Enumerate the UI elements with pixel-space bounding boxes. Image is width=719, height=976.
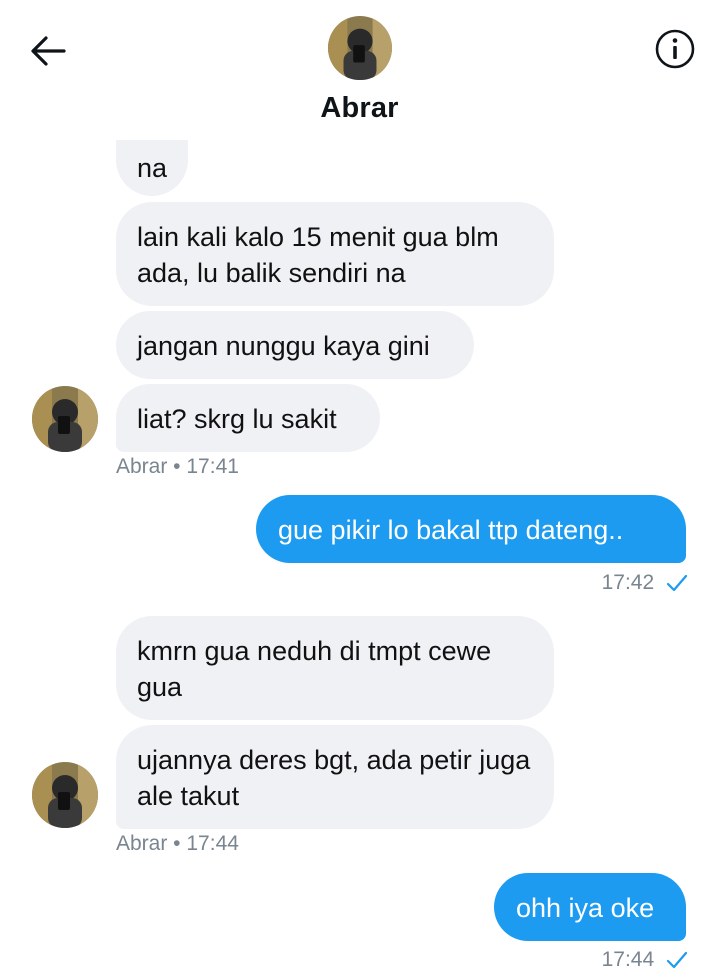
avatar-photo-icon (32, 386, 98, 452)
message-meta-outgoing: 17:42 (602, 571, 688, 595)
conversation-header: Abrar (0, 0, 719, 140)
message-bubble-incoming[interactable]: liat? skrg lu sakit (116, 384, 380, 452)
message-bubble-incoming[interactable]: ujannya deres bgt, ada petir juga ale ta… (116, 725, 554, 829)
message-text: liat? skrg lu sakit (137, 404, 337, 434)
sender-avatar[interactable] (32, 386, 98, 452)
sender-avatar[interactable] (32, 762, 98, 828)
message-text: ujannya deres bgt, ada petir juga ale ta… (137, 745, 531, 811)
back-button[interactable] (26, 28, 72, 74)
message-bubble-incoming[interactable]: jangan nunggu kaya gini (116, 311, 474, 379)
message-meta-outgoing: 17:44 (602, 948, 688, 972)
message-meta: Abrar • 17:41 (116, 455, 239, 478)
message-bubble-outgoing[interactable]: ohh iya oke (494, 873, 686, 941)
sent-check-icon (666, 952, 688, 969)
message-text: lain kali kalo 15 menit gua blm ada, lu … (137, 222, 499, 288)
conversation-thread: na lain kali kalo 15 menit gua blm ada, … (0, 0, 719, 976)
info-button[interactable] (654, 28, 696, 70)
message-text: gue pikir lo bakal ttp dateng.. (278, 515, 624, 545)
avatar-photo-icon (328, 16, 392, 80)
message-text: jangan nunggu kaya gini (137, 331, 430, 361)
message-meta: Abrar • 17:44 (116, 832, 239, 855)
message-bubble-incoming[interactable]: lain kali kalo 15 menit gua blm ada, lu … (116, 202, 554, 306)
arrow-left-icon (31, 36, 66, 66)
sent-check-icon (666, 575, 688, 592)
avatar-photo-icon (32, 762, 98, 828)
header-avatar[interactable] (328, 16, 392, 80)
page-title[interactable]: Abrar (0, 92, 719, 125)
info-icon (655, 29, 695, 69)
message-text: kmrn gua neduh di tmpt cewe gua (137, 636, 492, 702)
message-bubble-outgoing[interactable]: gue pikir lo bakal ttp dateng.. (256, 495, 686, 563)
message-time: 17:44 (601, 948, 655, 971)
message-bubble-incoming[interactable]: kmrn gua neduh di tmpt cewe gua (116, 616, 554, 720)
message-time: 17:42 (601, 571, 655, 594)
message-text: na (137, 153, 168, 183)
message-text: ohh iya oke (516, 893, 655, 923)
